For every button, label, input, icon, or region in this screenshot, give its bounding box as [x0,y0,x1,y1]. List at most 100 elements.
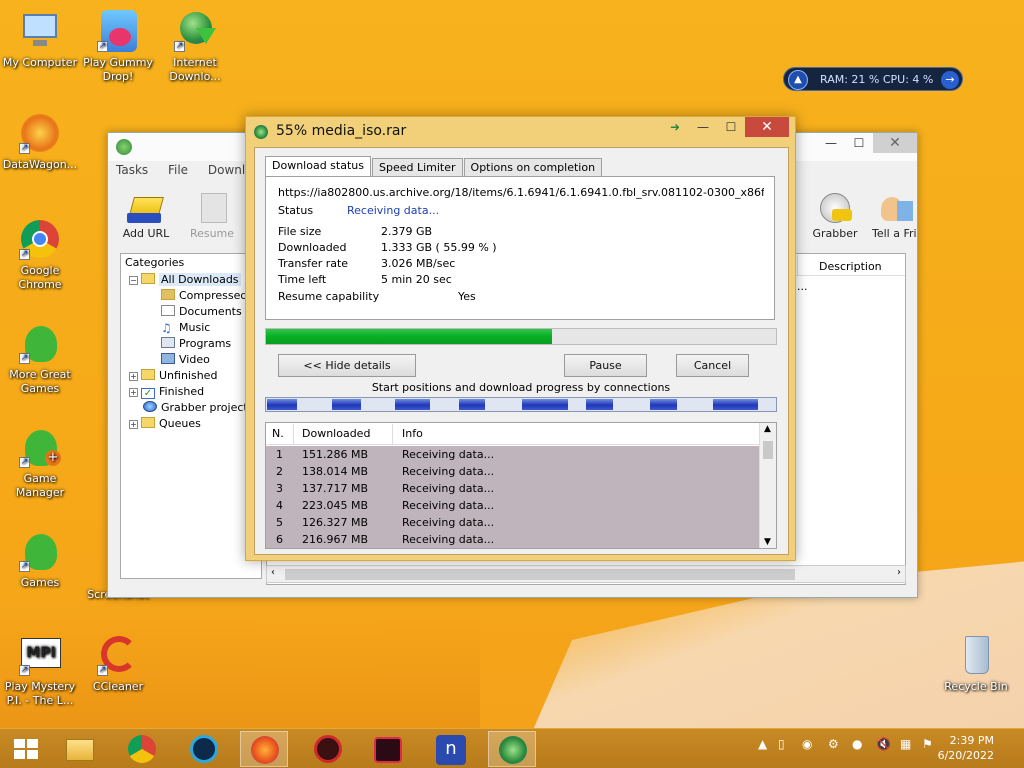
taskbar-idm[interactable] [488,731,536,767]
column-info[interactable]: Info [402,427,423,440]
tree-item-queues[interactable]: + Queues [129,416,201,432]
taskbar-ccleaner-browser[interactable] [180,731,228,767]
taskbar-screen-recorder[interactable] [364,731,412,767]
connections-table[interactable]: N. Downloaded Info 1 151.286 MB Receiving … [265,422,777,549]
tree-item-grabber-projects[interactable]: Grabber projects [143,400,253,416]
collapse-icon[interactable]: − [129,276,138,285]
table-row[interactable]: 4 223.045 MB Receiving data... [266,497,760,514]
scroll-up-icon[interactable]: ▲ [764,424,771,434]
column-downloaded[interactable]: Downloaded [302,427,370,440]
expand-icon[interactable]: + [129,372,138,381]
tray-overflow-icon[interactable]: ▲ [758,737,767,751]
desktop-icon-play-mystery-pi[interactable]: MPI ↗ Play Mystery P.I. - The L... [0,632,80,708]
connections-rows: 1 151.286 MB Receiving data... 2 138.014 MB R… [266,446,760,548]
shortcut-arrow-icon: ↗ [174,41,185,52]
table-row[interactable]: 3 137.717 MB Receiving data... [266,480,760,497]
categories-pane[interactable]: Categories − All Downloads Compressed Doc… [120,253,262,579]
tell-a-friend-button[interactable]: Tell a Fri [866,187,918,240]
tray-network-icon[interactable]: ▦ [900,737,911,751]
desktop-icon-game-manager[interactable]: + ↗ Game Manager [0,424,80,500]
maximize-icon[interactable]: ☐ [845,133,873,153]
taskbar-firefox[interactable] [240,731,288,767]
tray-gear-icon[interactable]: ⚙ [828,737,839,751]
scroll-right-icon[interactable]: › [897,567,901,578]
tree-item-documents[interactable]: Documents [161,304,242,320]
scroll-down-icon[interactable]: ▼ [764,537,771,547]
table-row[interactable]: 6 216.967 MB Receiving data... [266,531,760,548]
desktop-icon-games[interactable]: ↗ Games [0,528,80,590]
minimize-icon[interactable]: — [817,133,845,153]
taskbar-clock[interactable]: 2:39 PM 6/20/2022 [938,733,994,763]
expand-icon[interactable]: + [129,388,138,397]
mystery-pi-icon: MPI ↗ [17,632,63,678]
transfer-rate-label: Transfer rate [278,257,349,270]
desktop-icon-internet-download-manager[interactable]: ↗ Internet Downlo... [155,8,235,84]
tree-item-video[interactable]: Video [161,352,210,368]
download-progress-dialog[interactable]: 55% media_iso.rar ➜ — ☐ ✕ Download status Sp… [245,116,796,561]
tray-flag-icon[interactable]: ⚑ [922,737,933,751]
menu-tasks[interactable]: Tasks [116,163,148,177]
taskbar-file-explorer[interactable] [56,731,104,767]
column-description[interactable]: Description [819,260,905,278]
music-note-icon: ♫ [161,321,172,335]
arrow-right-icon[interactable]: → [941,71,959,89]
download-url: https://ia802800.us.archive.org/18/items… [278,186,764,199]
menu-file[interactable]: File [168,163,188,177]
tree-item-unfinished[interactable]: + Unfinished [129,368,217,384]
table-row[interactable]: 5 126.327 MB Receiving data... [266,514,760,531]
connections-progress-bar [265,397,777,412]
expand-icon[interactable]: + [129,420,138,429]
tree-item-finished[interactable]: + ✓ Finished [129,384,204,400]
table-row[interactable]: 1 151.286 MB Receiving data... [266,446,760,463]
firefox-icon [251,736,279,764]
pause-button[interactable]: Pause [564,354,647,377]
resume-button[interactable]: Resume [182,187,242,240]
desktop-icon-my-computer[interactable]: My Computer [0,8,80,70]
connection-segment [267,399,297,410]
scroll-thumb[interactable] [285,569,795,580]
tray-record-icon[interactable]: ● [852,737,862,751]
tab-speed-limiter[interactable]: Speed Limiter [371,158,463,178]
hide-details-button[interactable]: << Hide details [278,354,416,377]
table-row[interactable]: 2 138.014 MB Receiving data... [266,463,760,480]
close-icon[interactable]: ✕ [873,133,917,153]
taskbar-app-red[interactable] [304,731,352,767]
system-monitor-gadget[interactable]: ▲ RAM: 21 % CPU: 4 % → [783,67,963,91]
desktop-icon-recycle-bin[interactable]: Recycle Bin [936,632,1016,694]
scroll-thumb[interactable] [763,441,773,459]
desktop-icon-ccleaner[interactable]: ↗ CCleaner [78,632,158,694]
scroll-left-icon[interactable]: ‹ [271,567,275,578]
grabber-icon [814,187,856,227]
cell-n: 2 [276,465,283,478]
tree-item-programs[interactable]: Programs [161,336,231,352]
tray-mouse-icon[interactable]: ▯ [778,737,785,751]
folder-icon [66,739,94,761]
vertical-scrollbar[interactable]: ▲ ▼ [759,423,776,548]
add-url-button[interactable]: Add URL [118,187,174,240]
desktop-icon-datawagon[interactable]: ↗ DataWagon... [0,110,80,172]
taskbar-app-n[interactable]: n [426,731,474,767]
ccleaner-icon: ↗ [95,632,141,678]
arrow-right-icon[interactable]: ➜ [661,117,689,137]
resume-icon [191,187,233,227]
desktop-icon-google-chrome[interactable]: ↗ Google Chrome [0,216,80,292]
taskbar-chrome[interactable] [118,731,166,767]
close-icon[interactable]: ✕ [745,117,789,137]
tab-download-status[interactable]: Download status [265,156,371,178]
start-button[interactable] [2,731,50,767]
desktop-icon-play-gummy-drop[interactable]: ↗ Play Gummy Drop! [78,8,158,84]
horizontal-scrollbar[interactable]: ‹ › [266,565,906,583]
tray-volume-muted-icon[interactable]: 🔇 [876,737,891,751]
minimize-icon[interactable]: — [689,117,717,137]
cancel-button[interactable]: Cancel [676,354,749,377]
column-n[interactable]: N. [272,427,284,440]
grabber-button[interactable]: Grabber [808,187,862,240]
tree-item-music[interactable]: ♫ Music [161,320,210,336]
tree-item-compressed[interactable]: Compressed [161,288,247,304]
tray-browser-icon[interactable]: ◉ [802,737,812,751]
maximize-icon[interactable]: ☐ [717,117,745,137]
categories-title: Categories [125,256,185,269]
tree-item-all-downloads[interactable]: − All Downloads [129,272,241,288]
desktop-icon-more-great-games[interactable]: ↗ More Great Games [0,320,80,396]
tab-options-on-completion[interactable]: Options on completion [463,158,603,178]
